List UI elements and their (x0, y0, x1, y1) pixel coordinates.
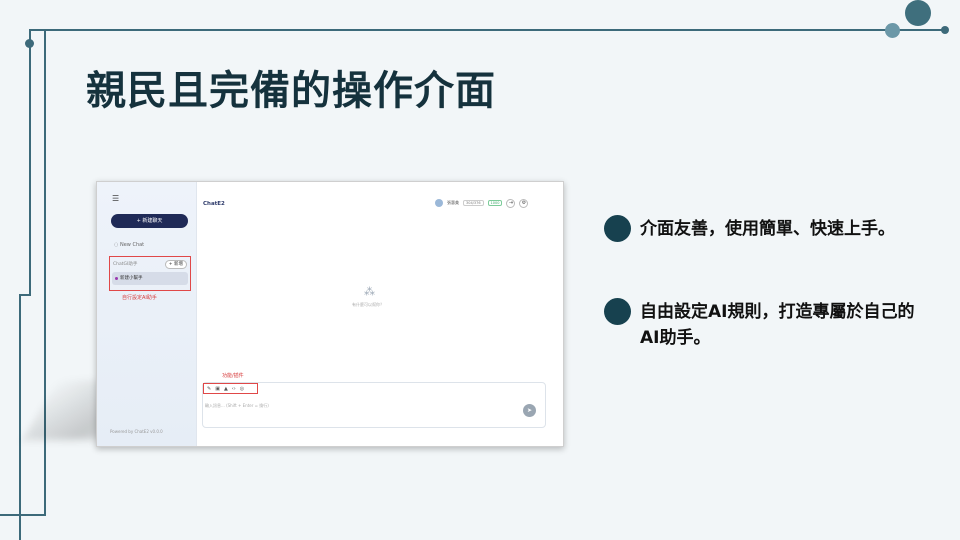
code-icon[interactable]: ‹› (232, 386, 236, 392)
add-assistant-button[interactable]: + 新增 (164, 260, 187, 269)
app-title: ChatE2 (203, 201, 225, 207)
message-input-placeholder: 輸入訊息... (Shift + Enter = 換行) (205, 403, 269, 408)
header-right: 張惠美 304/376 1000 ⇥ ⚙ (435, 198, 529, 208)
send-button[interactable]: ➤ (523, 404, 536, 417)
usage-chip: 304/376 (463, 200, 484, 206)
deco-left-line (29, 29, 31, 294)
user-name: 張惠美 (447, 200, 459, 205)
deco-dot-large (905, 0, 931, 26)
assistant-section: ChatGI助手 + 新增 新建小幫手 (109, 256, 191, 291)
deco-outer-line (44, 29, 46, 515)
export-icon[interactable]: ⇥ (506, 198, 516, 208)
image-icon[interactable]: ▣ (215, 386, 220, 392)
assistant-logo-icon: ⁂ (364, 285, 375, 298)
bullet-item-2: 自由設定AI規則，打造專屬於自己的AI助手。 (604, 298, 930, 351)
assistant-item[interactable]: 新建小幫手 (112, 272, 188, 285)
deco-top-line (29, 29, 947, 31)
deco-dot-medium (885, 23, 900, 38)
more-icon[interactable]: ◎ (240, 386, 244, 392)
powered-by: Powered by ChatE2 v0.0.0 (110, 429, 163, 434)
attach-icon[interactable]: ✎ (207, 386, 211, 392)
bullet-item-1: 介面友善，使用簡單、快速上手。 (604, 215, 930, 242)
bullet-dot (604, 215, 631, 242)
assistant-dot-icon (115, 277, 118, 280)
send-icon: ➤ (526, 407, 533, 414)
sidebar: ☰ + 新建聊天 ◌ New Chat ChatGI助手 + 新增 新建小幫手 … (97, 182, 197, 446)
welcome-text: 有什麼可以幫你？ (352, 302, 384, 307)
file-icon[interactable]: ▲ (224, 386, 228, 392)
deco-dot-end (941, 26, 949, 34)
deco-left-lower (19, 294, 21, 540)
menu-icon[interactable]: ☰ (112, 194, 119, 203)
input-toolbar: ✎ ▣ ▲ ‹› ◎ (203, 383, 258, 394)
new-chat-button[interactable]: + 新建聊天 (111, 214, 188, 228)
tools-annotation: 功能/插件 (222, 373, 244, 379)
settings-icon[interactable]: ⚙ (519, 198, 529, 208)
bullet-dot (604, 298, 631, 325)
app-screenshot: ☰ + 新建聊天 ◌ New Chat ChatGI助手 + 新增 新建小幫手 … (96, 181, 564, 447)
avatar[interactable] (435, 199, 443, 207)
assistant-annotation: 自行設定AI助手 (122, 295, 157, 301)
quota-chip: 1000 (487, 200, 503, 206)
slide-title: 親民且完備的操作介面 (86, 68, 496, 114)
deco-dot-small (25, 39, 34, 48)
bullet-text: 介面友善，使用簡單、快速上手。 (640, 219, 895, 239)
assistant-section-label: ChatGI助手 (113, 262, 138, 267)
new-chat-item[interactable]: ◌ New Chat (114, 242, 144, 248)
bullet-text: 自由設定AI規則，打造專屬於自己的AI助手。 (640, 302, 915, 348)
deco-bottom-line (0, 514, 46, 516)
